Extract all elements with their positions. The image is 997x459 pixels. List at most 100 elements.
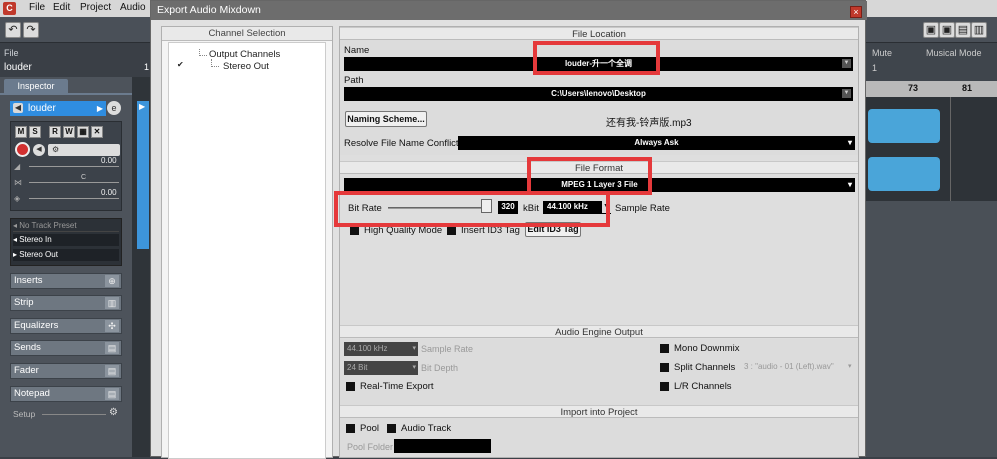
section-fader[interactable]: Fader ▤ bbox=[10, 363, 122, 379]
pan-slider[interactable] bbox=[29, 182, 119, 183]
resolve-conflicts-select[interactable]: Always Ask ▾ bbox=[458, 136, 855, 150]
delay-value: 0.00 bbox=[101, 188, 117, 197]
audio-waveform-bottom[interactable] bbox=[868, 157, 940, 191]
section-strip[interactable]: Strip ▥ bbox=[10, 295, 122, 311]
realtime-export-label: Real-Time Export bbox=[360, 381, 434, 392]
highlight-file-format bbox=[527, 157, 652, 195]
notepad-expand-icon[interactable]: ▤ bbox=[105, 388, 119, 400]
split-channels-checkbox[interactable] bbox=[660, 363, 669, 372]
freeze-icon[interactable]: ✕ bbox=[91, 126, 103, 138]
path-dropdown-icon[interactable]: ▼ bbox=[842, 89, 851, 98]
arrange-area: Mute Musical Mode 1 73 81 bbox=[866, 43, 997, 457]
toolbar: ↶ ↷ bbox=[0, 17, 150, 43]
audio-track-label: Audio Track bbox=[401, 423, 452, 434]
bit-depth-label: Bit Depth bbox=[421, 363, 459, 373]
volume-value: 0.00 bbox=[101, 156, 117, 165]
pool-folder-label: Pool Folder bbox=[347, 442, 394, 452]
audio-track-checkbox[interactable] bbox=[387, 424, 396, 433]
bit-depth-select[interactable]: 24 Bit ▾ bbox=[344, 361, 418, 375]
pool-folder-input[interactable] bbox=[394, 439, 491, 453]
engine-sample-rate-select[interactable]: 44.100 kHz ▾ bbox=[344, 342, 418, 356]
play-arrow-icon: ▶ bbox=[139, 102, 146, 111]
tree-stereo-out[interactable]: Stereo Out bbox=[223, 61, 269, 72]
name-dropdown-icon[interactable]: ▼ bbox=[842, 59, 851, 68]
eq-expand-icon[interactable]: ✣ bbox=[105, 320, 119, 332]
monitor-icon[interactable]: ◀ bbox=[33, 144, 45, 156]
menu-file[interactable]: File bbox=[29, 2, 45, 13]
menu-audio[interactable]: Audio bbox=[120, 2, 146, 13]
split-dropdown-icon[interactable]: ▾ bbox=[848, 362, 852, 370]
delay-slider[interactable] bbox=[29, 198, 119, 199]
mono-downmix-checkbox[interactable] bbox=[660, 344, 669, 353]
pan-center-label: C bbox=[81, 174, 87, 181]
track-name-field[interactable]: ◀ louder ▶ bbox=[10, 101, 106, 116]
delay-icon: ◈ bbox=[14, 194, 21, 203]
record-enable-button[interactable] bbox=[15, 142, 30, 157]
path-label: Path bbox=[344, 75, 364, 86]
track-preset[interactable]: ◂ No Track Preset bbox=[13, 220, 119, 232]
channel-tree: Output Channels ✔ Stereo Out bbox=[168, 42, 326, 459]
split-channels-value[interactable]: 3 : "audio - 01 (Left).wav" bbox=[744, 362, 834, 371]
arrow-right-icon: ▶ bbox=[96, 104, 103, 113]
fader-expand-icon[interactable]: ▤ bbox=[105, 365, 119, 377]
speaker-icon: ◀ bbox=[13, 103, 23, 113]
input-routing[interactable]: ◂ Stereo In bbox=[13, 234, 119, 246]
menu-edit[interactable]: Edit bbox=[53, 2, 70, 13]
sends-expand-icon[interactable]: ▤ bbox=[105, 342, 119, 354]
mute-button[interactable]: M bbox=[15, 126, 27, 138]
path-input[interactable]: C:\Users\lenovo\Desktop ▼ bbox=[344, 87, 853, 101]
lr-channels-label: L/R Channels bbox=[674, 381, 732, 392]
section-notepad[interactable]: Notepad ▤ bbox=[10, 386, 122, 402]
edit-channel-icon[interactable]: e bbox=[107, 101, 121, 115]
layout-icon-4[interactable]: ▥ bbox=[971, 22, 987, 38]
strip-expand-icon[interactable]: ▥ bbox=[105, 297, 119, 309]
insert-id3-checkbox[interactable] bbox=[447, 226, 456, 235]
setup-label: Setup bbox=[13, 409, 36, 419]
setup-gear-icon[interactable]: ⚙ bbox=[109, 407, 118, 418]
ruler[interactable]: 73 81 bbox=[866, 81, 997, 97]
menu-project[interactable]: Project bbox=[80, 2, 111, 13]
solo-button[interactable]: S bbox=[29, 126, 41, 138]
audio-waveform-top[interactable] bbox=[868, 109, 940, 143]
layout-icon-1[interactable]: ▣ bbox=[923, 22, 939, 38]
resolve-dropdown-icon[interactable]: ▾ bbox=[848, 136, 852, 149]
track-list-strip: ▶ bbox=[132, 77, 150, 457]
toolbar-right: ▣ ▣ ▤ ▥ bbox=[866, 17, 997, 43]
inspector-tab[interactable]: Inspector bbox=[4, 79, 68, 93]
cubase-logo-icon: C bbox=[3, 2, 16, 15]
dialog-title: Export Audio Mixdown bbox=[151, 1, 867, 20]
redo-icon[interactable]: ↷ bbox=[23, 22, 39, 38]
pool-label: Pool bbox=[360, 423, 380, 434]
high-quality-checkbox[interactable] bbox=[350, 226, 359, 235]
channel-controls: M S R W ▦ ✕ ◀ ⚙ ◢ 0.00 ⋈ C ◈ 0.00 bbox=[10, 121, 122, 211]
undo-icon[interactable]: ↶ bbox=[5, 22, 21, 38]
inspector-panel: Inspector ◀ louder ▶ e M S R W ▦ ✕ ◀ ⚙ ◢ 0.00… bbox=[0, 77, 132, 457]
pool-checkbox[interactable] bbox=[346, 424, 355, 433]
format-dropdown-icon[interactable]: ▾ bbox=[848, 178, 852, 191]
selected-track-bar[interactable] bbox=[137, 101, 149, 249]
layout-icon-2[interactable]: ▣ bbox=[939, 22, 955, 38]
stereo-out-checkbox[interactable]: ✔ bbox=[177, 60, 184, 69]
grid-icon[interactable]: ▦ bbox=[77, 126, 89, 138]
section-sends[interactable]: Sends ▤ bbox=[10, 340, 122, 356]
output-routing[interactable]: ▸ Stereo Out bbox=[13, 249, 119, 261]
highlight-name-field bbox=[533, 41, 660, 75]
section-equalizers[interactable]: Equalizers ✣ bbox=[10, 318, 122, 334]
settings-icon[interactable]: ⚙ bbox=[48, 144, 120, 156]
mute-value: 1 bbox=[872, 63, 878, 73]
realtime-export-checkbox[interactable] bbox=[346, 382, 355, 391]
write-button[interactable]: W bbox=[63, 126, 75, 138]
read-button[interactable]: R bbox=[49, 126, 61, 138]
import-project-header: Import into Project bbox=[340, 405, 858, 418]
tree-output-channels[interactable]: Output Channels bbox=[209, 49, 280, 60]
section-inserts[interactable]: Inserts ⊕ bbox=[10, 273, 122, 289]
volume-slider[interactable] bbox=[29, 166, 119, 167]
lr-channels-checkbox[interactable] bbox=[660, 382, 669, 391]
highlight-bitrate bbox=[334, 191, 610, 227]
split-channels-label: Split Channels bbox=[674, 362, 736, 373]
close-icon[interactable]: × bbox=[850, 6, 862, 18]
layout-icon-3[interactable]: ▤ bbox=[955, 22, 971, 38]
volume-icon: ◢ bbox=[14, 162, 21, 171]
naming-scheme-button[interactable]: Naming Scheme... bbox=[345, 111, 427, 127]
inserts-expand-icon[interactable]: ⊕ bbox=[105, 275, 119, 287]
